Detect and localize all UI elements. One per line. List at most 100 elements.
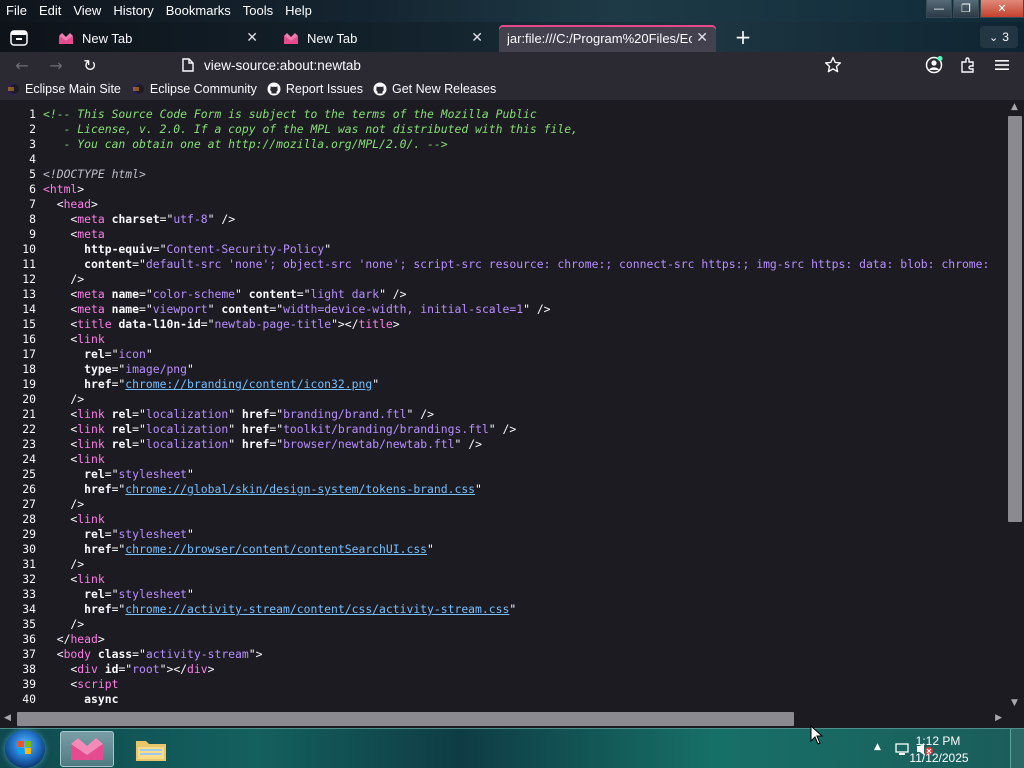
- bookmark-star-icon[interactable]: [824, 56, 842, 74]
- horizontal-scroll-thumb[interactable]: [17, 712, 794, 726]
- scroll-up-icon[interactable]: ▲: [1011, 102, 1018, 112]
- source-token: >: [207, 662, 215, 676]
- source-token: <: [43, 677, 78, 691]
- source-link[interactable]: chrome://browser/content/contentSearchUI…: [125, 542, 427, 556]
- list-all-tabs-button[interactable]: ⌄ 3: [980, 26, 1018, 48]
- source-line: 36 </head>: [0, 632, 1006, 647]
- source-token: link: [77, 407, 105, 421]
- source-token: href: [235, 437, 270, 451]
- source-token: ": [187, 467, 194, 481]
- chevron-down-icon: ⌄: [989, 30, 999, 44]
- scroll-left-icon[interactable]: ◀: [4, 713, 11, 723]
- source-token: =": [296, 287, 311, 301]
- clock-date[interactable]: 11/12/2025: [904, 751, 974, 765]
- app-menu-button[interactable]: [992, 55, 1012, 75]
- vertical-scrollbar[interactable]: ▲ ▼: [1006, 100, 1024, 710]
- bookmark-label: Report Issues: [285, 82, 363, 96]
- clock-time[interactable]: 1:12 PM: [908, 734, 968, 748]
- source-token: type: [43, 362, 112, 376]
- hamburger-menu-icon: [995, 60, 1009, 70]
- close-tab-icon[interactable]: ✕: [246, 30, 258, 46]
- source-token: charset: [104, 212, 160, 226]
- source-token: =": [104, 467, 119, 481]
- source-token: - License, v. 2.0. If a copy of the MPL …: [43, 122, 578, 136]
- menu-history[interactable]: History: [107, 0, 159, 22]
- source-line: 23 <link rel="localization" href="browse…: [0, 437, 1006, 452]
- source-token: />: [43, 497, 85, 511]
- line-number: 40: [22, 692, 36, 706]
- tab-label: New Tab: [307, 31, 358, 46]
- new-tab-button[interactable]: +: [732, 27, 754, 49]
- menu-file[interactable]: File: [0, 0, 33, 22]
- source-token: <: [43, 287, 78, 301]
- source-line: 24 <link: [0, 452, 1006, 467]
- bookmark-get-new-releases[interactable]: Get New Releases: [373, 82, 496, 96]
- forward-button[interactable]: →: [46, 55, 66, 75]
- source-code: 1 <!-- This Source Code Form is subject t…: [0, 107, 1006, 707]
- taskbar-explorer-button[interactable]: [124, 731, 178, 767]
- start-button[interactable]: [5, 730, 45, 768]
- source-link[interactable]: chrome://branding/content/icon32.png: [125, 377, 372, 391]
- source-token: =": [111, 602, 126, 616]
- bookmark-report-issues[interactable]: Report Issues: [267, 82, 363, 96]
- line-number: 37: [22, 647, 36, 661]
- source-token: content: [43, 257, 133, 271]
- source-token: <: [43, 437, 78, 451]
- source-token: =": [139, 287, 153, 301]
- reload-button[interactable]: ↻: [80, 55, 100, 75]
- maximize-button[interactable]: ❐: [953, 0, 979, 18]
- menu-tools[interactable]: Tools: [237, 0, 279, 22]
- source-token: title: [358, 317, 393, 331]
- source-token: =": [200, 317, 215, 331]
- source-token: =": [269, 302, 284, 316]
- source-token: browser/newtab/newtab.ftl: [283, 437, 455, 451]
- line-number: 30: [22, 542, 36, 556]
- menu-bookmarks[interactable]: Bookmarks: [160, 0, 237, 22]
- line-number: 22: [22, 422, 36, 436]
- tab-label: New Tab: [82, 31, 133, 46]
- url-bar[interactable]: view-source:about:newtab: [176, 53, 848, 77]
- source-token: =": [111, 362, 126, 376]
- menu-view[interactable]: View: [67, 0, 107, 22]
- source-line: 8 <meta charset="utf-8" />: [0, 212, 1006, 227]
- firefox-view-icon: [10, 30, 28, 46]
- show-desktop-button[interactable]: [1010, 729, 1024, 768]
- source-token: meta: [77, 302, 105, 316]
- show-hidden-icons-icon[interactable]: ▲: [874, 742, 881, 752]
- tab-new-tab-2[interactable]: New Tab ✕: [275, 25, 491, 52]
- close-tab-icon[interactable]: ✕: [471, 30, 483, 46]
- extensions-icon[interactable]: [959, 56, 977, 74]
- firefox-view-button[interactable]: [6, 27, 32, 49]
- vertical-scroll-thumb[interactable]: [1008, 116, 1022, 522]
- source-link[interactable]: chrome://global/skin/design-system/token…: [125, 482, 475, 496]
- source-token: rel: [104, 407, 133, 421]
- url-text[interactable]: view-source:about:newtab: [204, 58, 361, 73]
- line-number: 11: [22, 257, 36, 271]
- menu-help[interactable]: Help: [279, 0, 318, 22]
- minimize-button[interactable]: —: [926, 0, 952, 18]
- close-window-button[interactable]: ✕: [980, 0, 1024, 18]
- source-token: meta: [77, 212, 105, 226]
- line-number: 5: [29, 167, 36, 181]
- horizontal-scrollbar[interactable]: ◀ ▶: [0, 710, 1006, 728]
- scroll-down-icon[interactable]: ▼: [1011, 698, 1018, 708]
- bookmark-eclipse-main-site[interactable]: Eclipse Main Site: [6, 82, 121, 96]
- menu-edit[interactable]: Edit: [33, 0, 67, 22]
- bookmark-eclipse-community[interactable]: Eclipse Community: [131, 82, 257, 96]
- tab-view-source[interactable]: jar:file:///C:/Program%20Files/Eclip: ✕: [499, 25, 716, 52]
- taskbar-browser-button[interactable]: [60, 731, 114, 767]
- source-link[interactable]: chrome://activity-stream/content/css/act…: [125, 602, 509, 616]
- source-token: content: [214, 302, 270, 316]
- back-button[interactable]: ←: [12, 55, 32, 75]
- close-tab-icon[interactable]: ✕: [696, 30, 708, 46]
- source-token: =": [111, 542, 126, 556]
- account-icon[interactable]: [925, 56, 943, 74]
- source-line: 9 <meta: [0, 227, 1006, 242]
- page-info-icon[interactable]: [182, 58, 194, 72]
- source-token: >: [392, 317, 400, 331]
- source-token: href: [43, 482, 112, 496]
- tab-new-tab-1[interactable]: New Tab ✕: [50, 25, 266, 52]
- source-token: data-l10n-id: [111, 317, 201, 331]
- scroll-right-icon[interactable]: ▶: [995, 713, 1002, 723]
- line-number: 12: [22, 272, 36, 286]
